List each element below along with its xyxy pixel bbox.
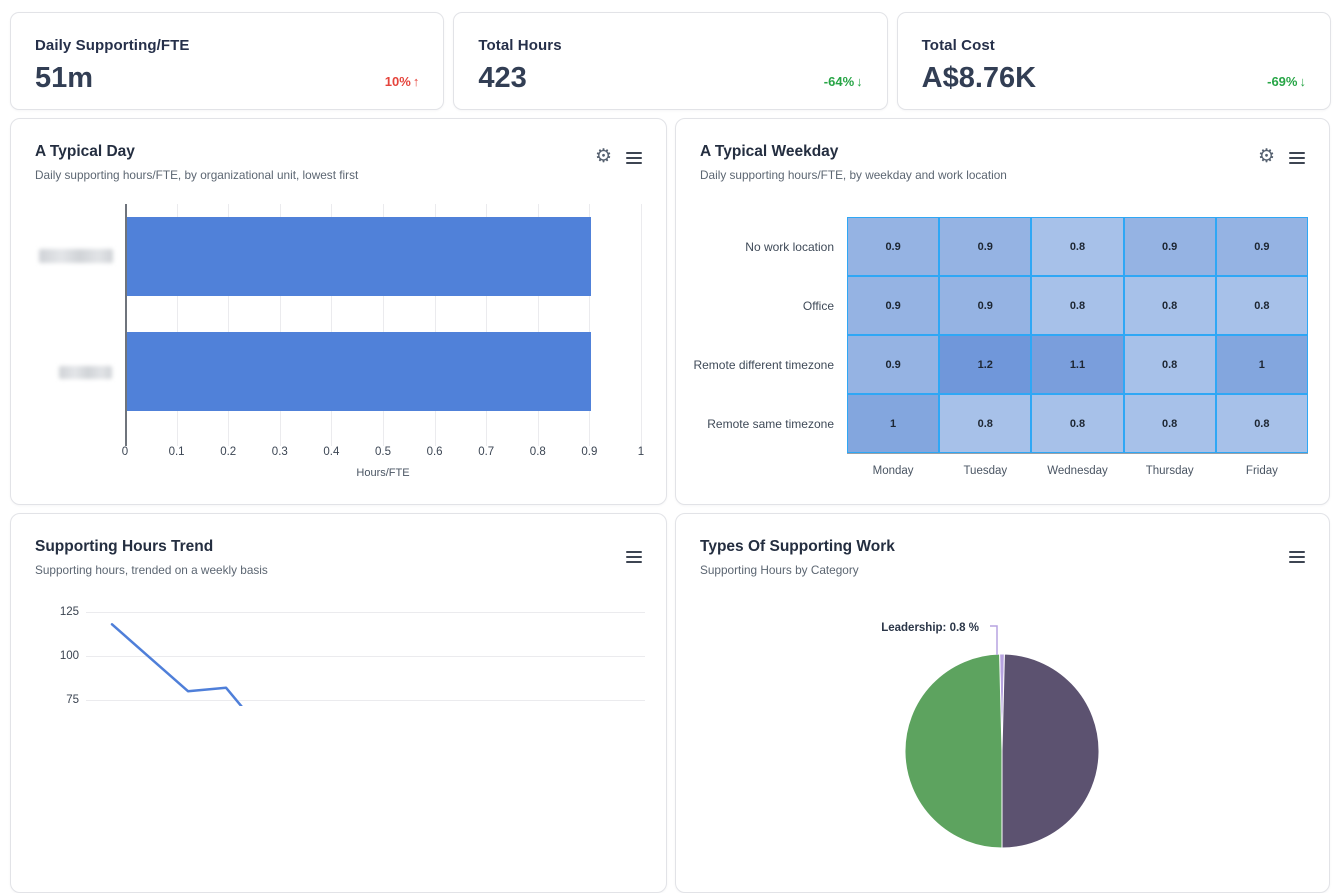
heatmap-cell[interactable]: 1 (847, 394, 940, 453)
kpi-value: 423 (478, 62, 527, 94)
heatmap-row-label: Office (802, 298, 834, 313)
trend-arrow-icon: ↑ (412, 74, 420, 89)
heatmap-cell[interactable]: 1 (1215, 335, 1308, 394)
pie-callout-line (990, 625, 998, 655)
trend-line-svg (110, 623, 264, 706)
heatmap-cell[interactable]: 0.8 (1031, 276, 1124, 335)
panel-types-of-work: Types Of Supporting Work Supporting Hour… (675, 513, 1330, 893)
bar[interactable] (127, 332, 592, 411)
x-axis-title: Hours/FTE (356, 467, 410, 479)
kpi-card-daily-supporting: Daily Supporting/FTE 51m 10% ↑ (10, 12, 445, 110)
heatmap-cell[interactable]: 0.8 (939, 394, 1032, 453)
pie-slice[interactable] (1001, 653, 1100, 849)
pie-slice[interactable] (904, 653, 1003, 849)
heatmap-cell[interactable]: 0.9 (939, 217, 1032, 276)
x-tick-label: 0.9 (581, 446, 598, 458)
kpi-card-total-cost: Total Cost A$8.76K -69% ↓ (896, 12, 1331, 110)
heatmap-cell[interactable]: 0.8 (1123, 394, 1216, 453)
heatmap-cell[interactable]: 0.9 (1123, 217, 1216, 276)
heatmap-column-label: Thursday (1145, 465, 1194, 477)
heatmap-axis-line (847, 453, 1308, 454)
heatmap-cell[interactable]: 1.1 (1031, 335, 1124, 394)
heatmap-cell[interactable]: 0.8 (1215, 394, 1308, 453)
heatmap-row-label: Remote different timezone (693, 357, 834, 372)
x-tick-label: 0.6 (426, 446, 443, 458)
bar-chart: 0 0.1 0.2 0.3 0.4 0.5 0.6 0.7 0.8 0.9 1 Hours/FTE (11, 119, 666, 504)
heatmap-cell[interactable]: 0.9 (1215, 217, 1308, 276)
kpi-delta: -69% ↓ (1267, 74, 1306, 89)
x-tick-label: 0.4 (323, 446, 340, 458)
kpi-card-total-hours: Total Hours 423 -64% ↓ (453, 12, 888, 110)
kpi-value: 51m (35, 62, 94, 94)
kpi-title: Total Cost (921, 37, 995, 54)
x-tick-label: 0.8 (529, 446, 546, 458)
bar[interactable] (127, 217, 592, 296)
heatmap-cell[interactable]: 0.8 (1123, 335, 1216, 394)
line-chart: 125 100 75 (11, 514, 666, 892)
x-tick-label: 1 (637, 446, 645, 458)
heatmap-column-label: Friday (1245, 465, 1278, 477)
heatmap-column-label: Tuesday (963, 465, 1008, 477)
x-tick-label: 0.3 (271, 446, 288, 458)
trend-arrow-icon: ↓ (1299, 74, 1306, 89)
heatmap-row-label: No work location (745, 239, 834, 254)
heatmap-column-label: Wednesday (1047, 465, 1108, 477)
heatmap-grid: 0.9 0.9 0.8 0.9 0.9 0.9 0.9 0.8 0.8 0.8 0.9 1.2 1.1 0… (847, 217, 1308, 453)
heatmap-cell[interactable]: 0.8 (1031, 394, 1124, 453)
x-tick-label: 0.1 (168, 446, 185, 458)
heatmap-chart: 0.9 0.9 0.8 0.9 0.9 0.9 0.9 0.8 0.8 0.8 0.9 1.2 1.1 0… (676, 119, 1329, 504)
bar-category-label-redacted (59, 366, 112, 379)
kpi-delta-value: -69% (1267, 74, 1298, 89)
heatmap-cell[interactable]: 0.8 (1123, 276, 1216, 335)
heatmap-cell[interactable]: 0.9 (939, 276, 1032, 335)
bar-category-label-redacted (39, 249, 113, 263)
x-tick-label: 0.7 (478, 446, 495, 458)
trend-line[interactable] (110, 623, 264, 706)
kpi-delta: 10% ↑ (385, 74, 420, 89)
heatmap-cell[interactable]: 0.9 (847, 335, 940, 394)
panel-typical-day: A Typical Day Daily supporting hours/FTE… (10, 118, 667, 505)
panel-typical-weekday: A Typical Weekday Daily supporting hours… (675, 118, 1330, 505)
pie-chart: Leadership: 0.8 % (676, 514, 1329, 892)
heatmap-row-label: Remote same timezone (707, 416, 834, 431)
kpi-delta: -64% ↓ (824, 74, 863, 89)
panel-hours-trend: Supporting Hours Trend Supporting hours,… (10, 513, 667, 893)
heatmap-cell[interactable]: 1.2 (939, 335, 1032, 394)
x-tick-label: 0.5 (375, 446, 391, 458)
kpi-value: A$8.76K (921, 62, 1037, 94)
kpi-row: Daily Supporting/FTE 51m 10% ↑ Total Hour… (10, 12, 1331, 110)
bar-gridline (641, 204, 642, 446)
kpi-title: Total Hours (478, 37, 562, 54)
heatmap-column-label: Monday (872, 465, 914, 477)
x-tick-label: 0.2 (220, 446, 237, 458)
heatmap-cell[interactable]: 0.9 (847, 276, 940, 335)
kpi-delta-value: 10% (384, 74, 411, 89)
heatmap-cell[interactable]: 0.9 (847, 217, 940, 276)
kpi-delta-value: -64% (823, 74, 855, 89)
heatmap-cell[interactable]: 0.8 (1031, 217, 1124, 276)
kpi-title: Daily Supporting/FTE (35, 37, 190, 54)
trend-arrow-icon: ↓ (856, 74, 863, 89)
pie-svg: Leadership: 0.8 % (881, 622, 1100, 849)
pie-callout-label: Leadership: 0.8 % (881, 622, 979, 634)
x-tick-label: 0 (121, 446, 129, 458)
heatmap-cell[interactable]: 0.8 (1215, 276, 1308, 335)
